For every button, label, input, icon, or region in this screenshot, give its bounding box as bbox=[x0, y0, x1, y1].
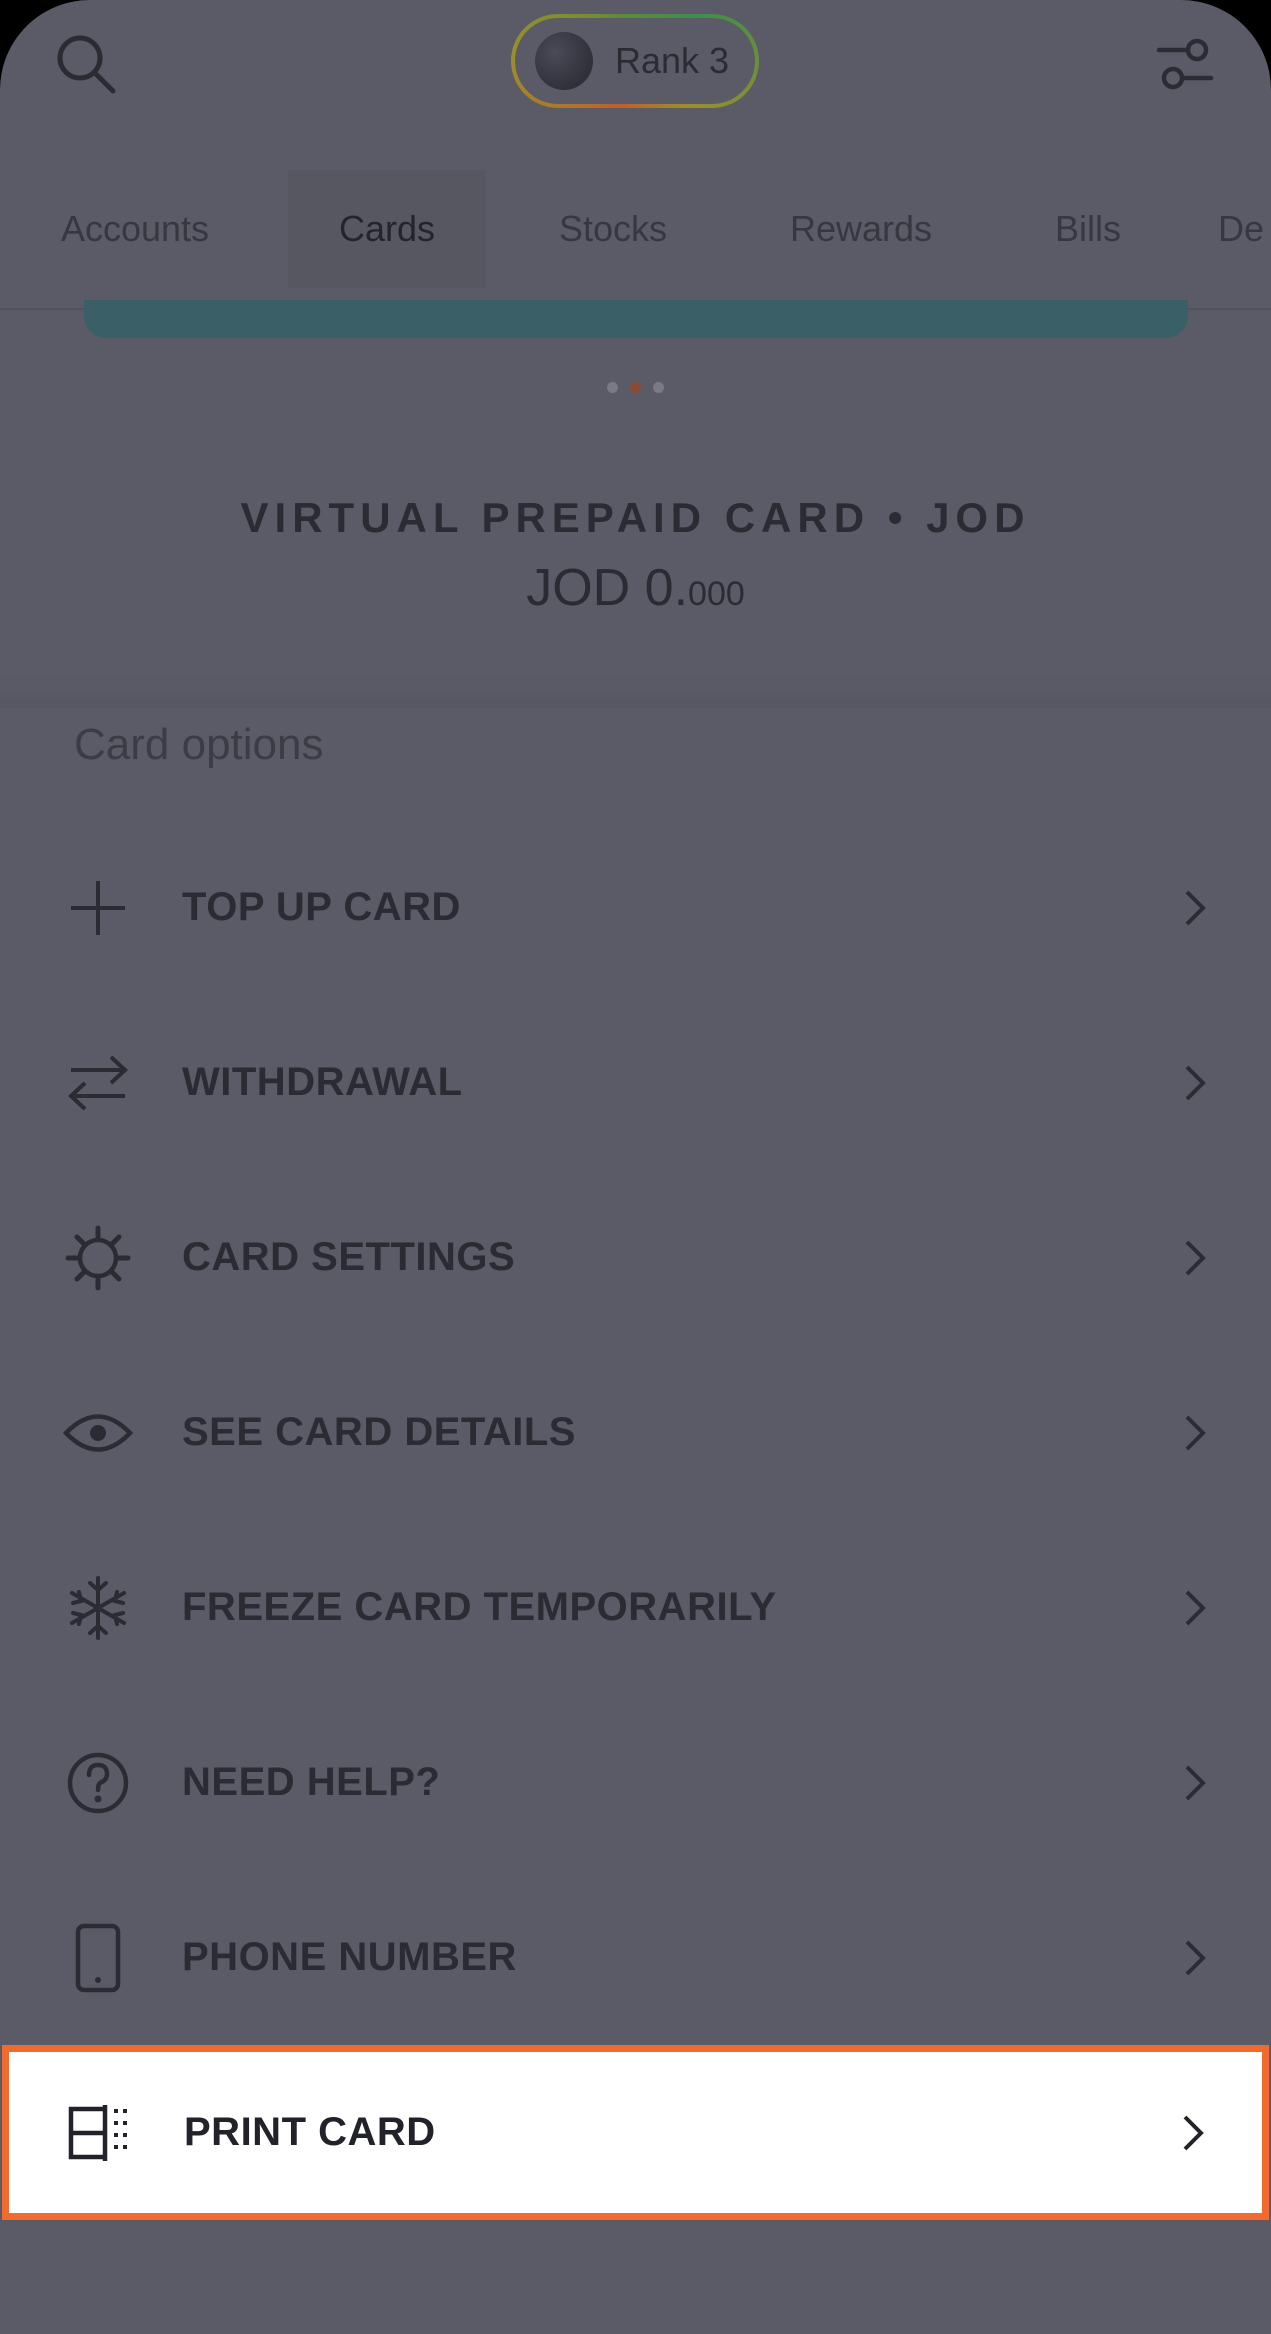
option-see-card-details[interactable]: SEE CARD DETAILS bbox=[0, 1345, 1271, 1520]
option-label: WITHDRAWAL bbox=[182, 1060, 463, 1104]
option-card-settings[interactable]: CARD SETTINGS bbox=[0, 1170, 1271, 1345]
question-circle-icon bbox=[60, 1745, 136, 1821]
print-card-icon bbox=[62, 2095, 138, 2171]
card-preview[interactable] bbox=[84, 300, 1188, 338]
rank-badge[interactable]: Rank 3 bbox=[511, 14, 759, 108]
carousel-dot[interactable] bbox=[607, 382, 618, 393]
section-title: Card options bbox=[74, 720, 324, 769]
card-title: VIRTUAL PREPAID CARD • JOD bbox=[240, 494, 1031, 541]
chevron-right-icon bbox=[1175, 1938, 1215, 1978]
tab-accounts[interactable]: Accounts bbox=[20, 170, 250, 288]
option-freeze-card[interactable]: FREEZE CARD TEMPORARILY bbox=[0, 1520, 1271, 1695]
tab-cards[interactable]: Cards bbox=[288, 170, 486, 288]
option-label: TOP UP CARD bbox=[182, 885, 461, 929]
tab-partial[interactable]: De bbox=[1218, 170, 1271, 288]
carousel-dot-active[interactable] bbox=[630, 382, 641, 393]
chevron-right-icon bbox=[1175, 1063, 1215, 1103]
chevron-right-icon bbox=[1175, 1588, 1215, 1628]
tab-stocks[interactable]: Stocks bbox=[520, 170, 706, 288]
tab-bills[interactable]: Bills bbox=[1010, 170, 1166, 288]
balance-decimals: 000 bbox=[688, 575, 745, 613]
carousel-indicator bbox=[0, 382, 1271, 393]
option-label: PRINT CARD bbox=[184, 2110, 436, 2154]
filter-icon bbox=[1153, 32, 1217, 96]
gear-icon bbox=[60, 1220, 136, 1296]
snowflake-icon bbox=[60, 1570, 136, 1646]
option-label: FREEZE CARD TEMPORARILY bbox=[182, 1585, 777, 1629]
avatar bbox=[535, 32, 593, 90]
plus-icon bbox=[60, 870, 136, 946]
search-button[interactable] bbox=[48, 26, 124, 102]
filter-button[interactable] bbox=[1147, 26, 1223, 102]
tab-rewards[interactable]: Rewards bbox=[750, 170, 972, 288]
card-balance: JOD 0.000 bbox=[0, 558, 1271, 618]
chevron-right-icon bbox=[1175, 888, 1215, 928]
option-need-help[interactable]: NEED HELP? bbox=[0, 1695, 1271, 1870]
phone-icon bbox=[60, 1920, 136, 1996]
carousel-dot[interactable] bbox=[653, 382, 664, 393]
search-icon bbox=[53, 31, 119, 97]
rank-label: Rank 3 bbox=[615, 40, 730, 81]
option-withdrawal[interactable]: WITHDRAWAL bbox=[0, 995, 1271, 1170]
eye-icon bbox=[60, 1395, 136, 1471]
option-top-up-card[interactable]: TOP UP CARD bbox=[0, 820, 1271, 995]
option-label: NEED HELP? bbox=[182, 1760, 441, 1804]
chevron-right-icon bbox=[1175, 1763, 1215, 1803]
tab-bar: Accounts Cards Stocks Rewards Bills De bbox=[0, 150, 1271, 310]
top-bar: Rank 3 bbox=[0, 0, 1271, 120]
balance-main: JOD 0. bbox=[526, 559, 689, 617]
option-label: CARD SETTINGS bbox=[182, 1235, 516, 1279]
app-screen: Rank 3 Accounts Cards Stocks Rewards Bil… bbox=[0, 0, 1271, 2334]
section-divider bbox=[0, 672, 1271, 708]
transfer-arrows-icon bbox=[60, 1045, 136, 1121]
chevron-right-icon bbox=[1175, 1413, 1215, 1453]
option-print-card[interactable]: PRINT CARD bbox=[2, 2045, 1269, 2220]
chevron-right-icon bbox=[1173, 2113, 1213, 2153]
chevron-right-icon bbox=[1175, 1238, 1215, 1278]
option-phone-number[interactable]: PHONE NUMBER bbox=[0, 1870, 1271, 2045]
option-label: PHONE NUMBER bbox=[182, 1935, 517, 1979]
option-label: SEE CARD DETAILS bbox=[182, 1410, 576, 1454]
